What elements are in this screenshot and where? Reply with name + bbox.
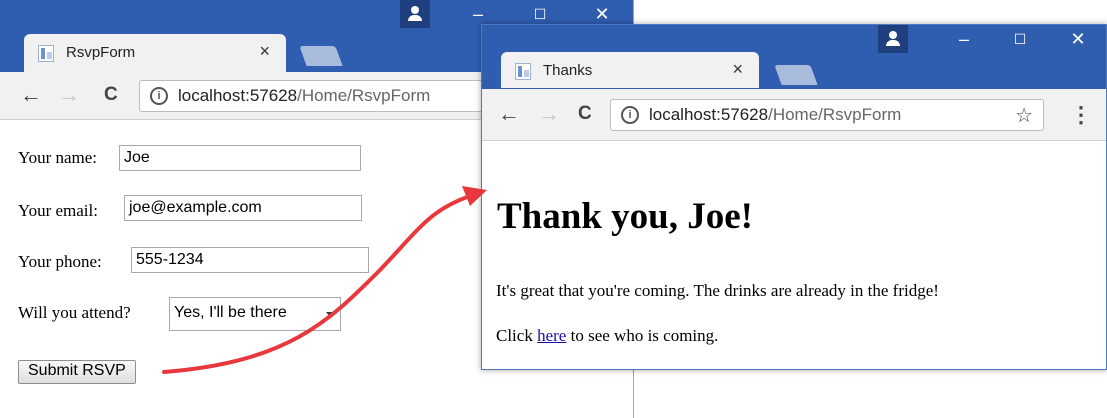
url-host: localhost:57628 — [178, 86, 298, 105]
see-who-line: Click here to see who is coming. — [496, 326, 718, 346]
user-profile-icon[interactable] — [400, 0, 430, 28]
browser-toolbar: ← → C i localhost:57628/Home/RsvpForm ☆ … — [482, 89, 1106, 141]
back-arrow-icon[interactable]: ← — [498, 103, 520, 125]
page-heading: Thank you, Joe! — [497, 196, 753, 237]
url-text: localhost:57628/Home/RsvpForm — [649, 105, 901, 125]
bookmark-star-icon[interactable]: ☆ — [1015, 103, 1033, 128]
email-input[interactable]: joe@example.com — [124, 195, 362, 221]
chevron-down-icon — [326, 312, 336, 318]
forward-arrow-icon[interactable]: → — [538, 103, 560, 125]
minimize-icon[interactable]: – — [944, 25, 984, 53]
address-bar[interactable]: i localhost:57628/Home/RsvpForm ☆ — [610, 99, 1044, 131]
tab-thanks[interactable]: Thanks × — [501, 52, 759, 88]
user-profile-icon[interactable] — [878, 25, 908, 53]
attend-label: Will you attend? — [18, 303, 131, 322]
tab-close-icon[interactable]: × — [732, 59, 743, 80]
title-bar: – ☐ ✕ Thanks × — [482, 25, 1106, 89]
window-close-icon[interactable]: ✕ — [1058, 25, 1098, 53]
back-arrow-icon[interactable]: ← — [20, 84, 42, 106]
here-link[interactable]: here — [537, 326, 566, 345]
phone-label: Your phone: — [18, 252, 102, 271]
reload-icon[interactable]: C — [104, 84, 118, 106]
tab-title: Thanks — [543, 62, 593, 79]
email-label: Your email: — [18, 201, 98, 220]
info-icon[interactable]: i — [150, 87, 168, 105]
url-host: localhost:57628 — [649, 105, 769, 124]
url-path: /Home/RsvpForm — [297, 86, 431, 105]
tab-title: RsvpForm — [66, 44, 136, 61]
page-favicon-icon — [38, 45, 54, 62]
name-input[interactable]: Joe — [119, 145, 361, 171]
page-favicon-icon — [515, 63, 531, 80]
name-label: Your name: — [18, 148, 98, 167]
reload-icon[interactable]: C — [578, 103, 592, 125]
tab-rsvpform[interactable]: RsvpForm × — [24, 34, 286, 72]
browser-window-thanks: – ☐ ✕ Thanks × ← → C i localhost:57628/H… — [481, 24, 1107, 370]
new-tab-button[interactable] — [299, 46, 343, 66]
new-tab-button[interactable] — [774, 65, 818, 85]
maximize-icon[interactable]: ☐ — [1000, 25, 1040, 53]
attend-select[interactable]: Yes, I'll be there — [169, 297, 341, 331]
url-path: /Home/RsvpForm — [768, 105, 902, 124]
page-content-thanks: Thank you, Joe! It's great that you're c… — [482, 142, 1106, 369]
submit-rsvp-button[interactable]: Submit RSVP — [18, 360, 136, 384]
info-icon[interactable]: i — [621, 106, 639, 124]
click-suffix: to see who is coming. — [566, 326, 719, 345]
url-text: localhost:57628/Home/RsvpForm — [178, 86, 430, 106]
phone-input[interactable]: 555-1234 — [131, 247, 369, 273]
attend-selected-value: Yes, I'll be there — [174, 304, 287, 321]
click-prefix: Click — [496, 326, 538, 345]
forward-arrow-icon[interactable]: → — [58, 84, 80, 106]
tab-close-icon[interactable]: × — [259, 41, 270, 62]
thanks-message: It's great that you're coming. The drink… — [496, 281, 939, 300]
menu-icon[interactable]: ⋮ — [1070, 102, 1092, 128]
